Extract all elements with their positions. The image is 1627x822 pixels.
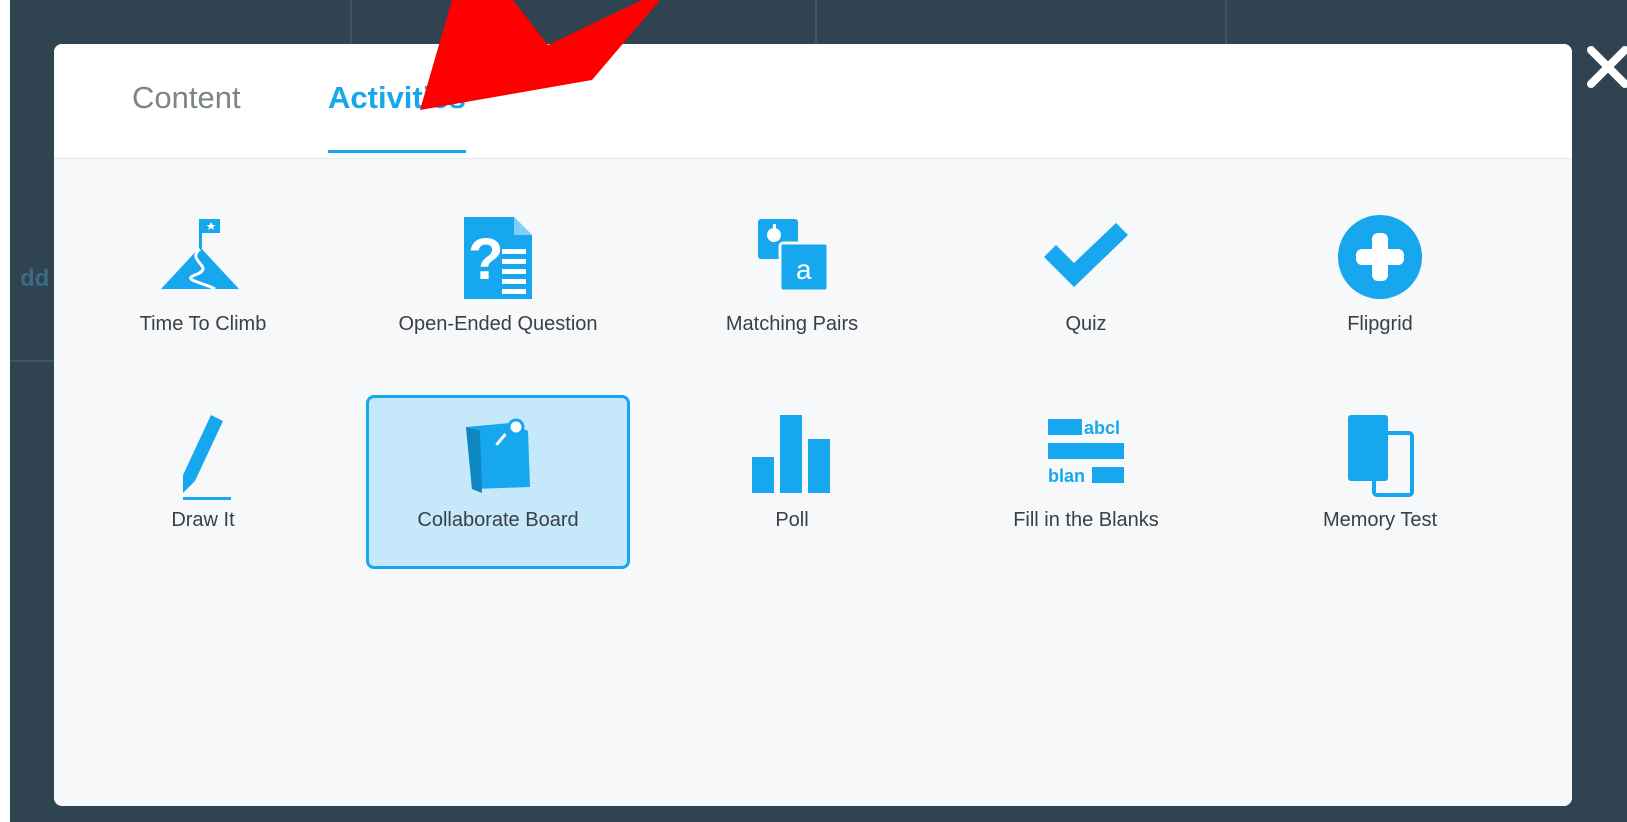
- fill-blanks-bottom-text: blan: [1048, 466, 1085, 486]
- plus-circle-icon: [1338, 215, 1422, 299]
- close-icon[interactable]: [1585, 44, 1627, 94]
- activity-label: Time To Climb: [139, 313, 267, 335]
- activity-label: Memory Test: [1322, 509, 1438, 531]
- activity-poll[interactable]: Poll: [660, 395, 924, 569]
- fill-blanks-icon: abcl blan: [1048, 418, 1124, 486]
- mountain-flag-icon: [161, 219, 239, 291]
- activity-memory-test[interactable]: Memory Test: [1248, 395, 1512, 569]
- pencil-icon: [183, 415, 231, 500]
- memory-cards-icon: [1348, 415, 1414, 497]
- svg-text:?: ?: [468, 227, 503, 292]
- activity-time-to-climb[interactable]: Time To Climb: [71, 199, 335, 373]
- activity-quiz[interactable]: Quiz: [954, 199, 1218, 373]
- bar-chart-icon: [752, 415, 830, 493]
- activity-label: Matching Pairs: [725, 313, 859, 335]
- activity-fill-in-the-blanks[interactable]: abcl blan Fill in the Blanks: [954, 395, 1218, 569]
- tab-activities[interactable]: Activities: [328, 80, 466, 153]
- fill-blanks-top-text: abcl: [1084, 418, 1120, 438]
- question-document-icon: ?: [464, 217, 532, 299]
- activity-label: Poll: [775, 509, 809, 531]
- activity-label: Quiz: [1065, 313, 1107, 335]
- activity-label: Collaborate Board: [417, 509, 579, 531]
- pinned-note-icon: [466, 418, 530, 493]
- activity-label: Fill in the Blanks: [1013, 509, 1159, 531]
- activity-label: Draw It: [171, 509, 235, 531]
- activity-label: Open-Ended Question: [398, 313, 598, 335]
- matching-letter: a: [796, 254, 812, 285]
- activity-open-ended-question[interactable]: ? Open-Ended Question: [366, 199, 630, 373]
- tab-content[interactable]: Content: [132, 80, 241, 153]
- modal-tab-bar: Content Activities: [54, 44, 1572, 159]
- activity-matching-pairs[interactable]: a Matching Pairs: [660, 199, 924, 373]
- add-activity-modal: Content Activities Time To Climb ? Open-…: [54, 44, 1572, 806]
- background-divider: [815, 0, 817, 44]
- matching-cards-icon: a: [758, 219, 830, 293]
- background-divider: [350, 0, 352, 44]
- activity-label: Flipgrid: [1347, 313, 1413, 335]
- activity-draw-it[interactable]: Draw It: [71, 395, 335, 569]
- activity-flipgrid[interactable]: Flipgrid: [1248, 199, 1512, 373]
- checkmark-icon: [1044, 223, 1128, 287]
- background-partial-text: dd: [20, 265, 50, 292]
- activity-collaborate-board[interactable]: Collaborate Board: [366, 395, 630, 569]
- background-divider: [1225, 0, 1227, 44]
